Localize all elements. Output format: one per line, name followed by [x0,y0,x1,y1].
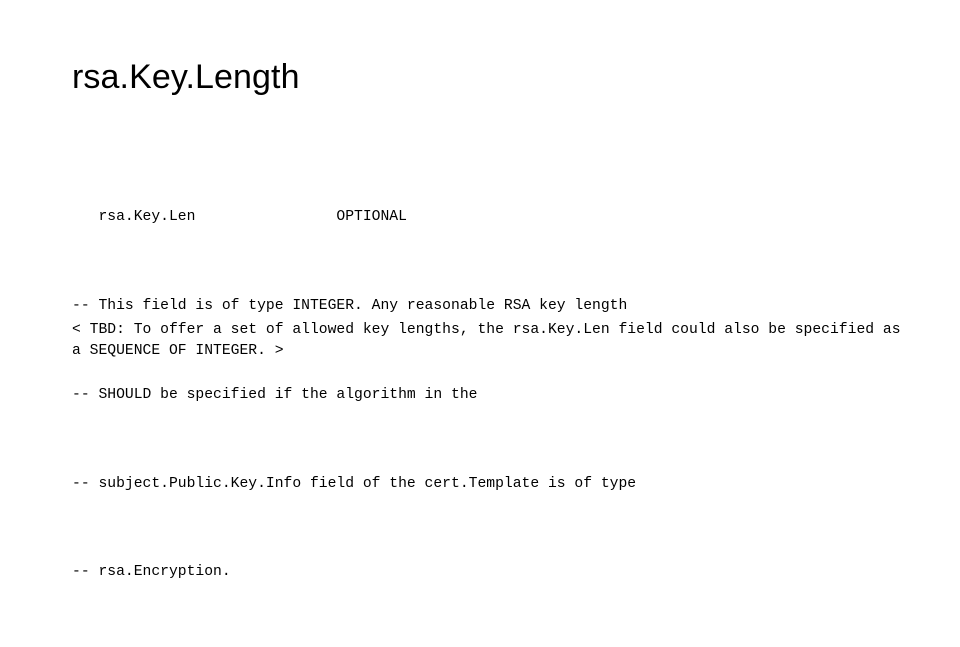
asn1-code-block: rsa.Key.Len OPTIONAL -- This field is of… [72,144,892,647]
code-line: -- This field is of type INTEGER. Any re… [72,297,628,314]
code-line: -- SHOULD be specified if the algorithm … [72,386,478,403]
slide: rsa.Key.Length rsa.Key.Len OPTIONAL -- T… [0,0,960,580]
code-line: rsa.Key.Len OPTIONAL [72,209,407,226]
code-line: -- subject.Public.Key.Info field of the … [72,475,637,492]
tbd-note-paragraph: < TBD: To offer a set of allowed key len… [72,322,910,359]
page-title: rsa.Key.Length [72,58,300,96]
code-line: -- rsa.Encryption. [72,564,231,581]
